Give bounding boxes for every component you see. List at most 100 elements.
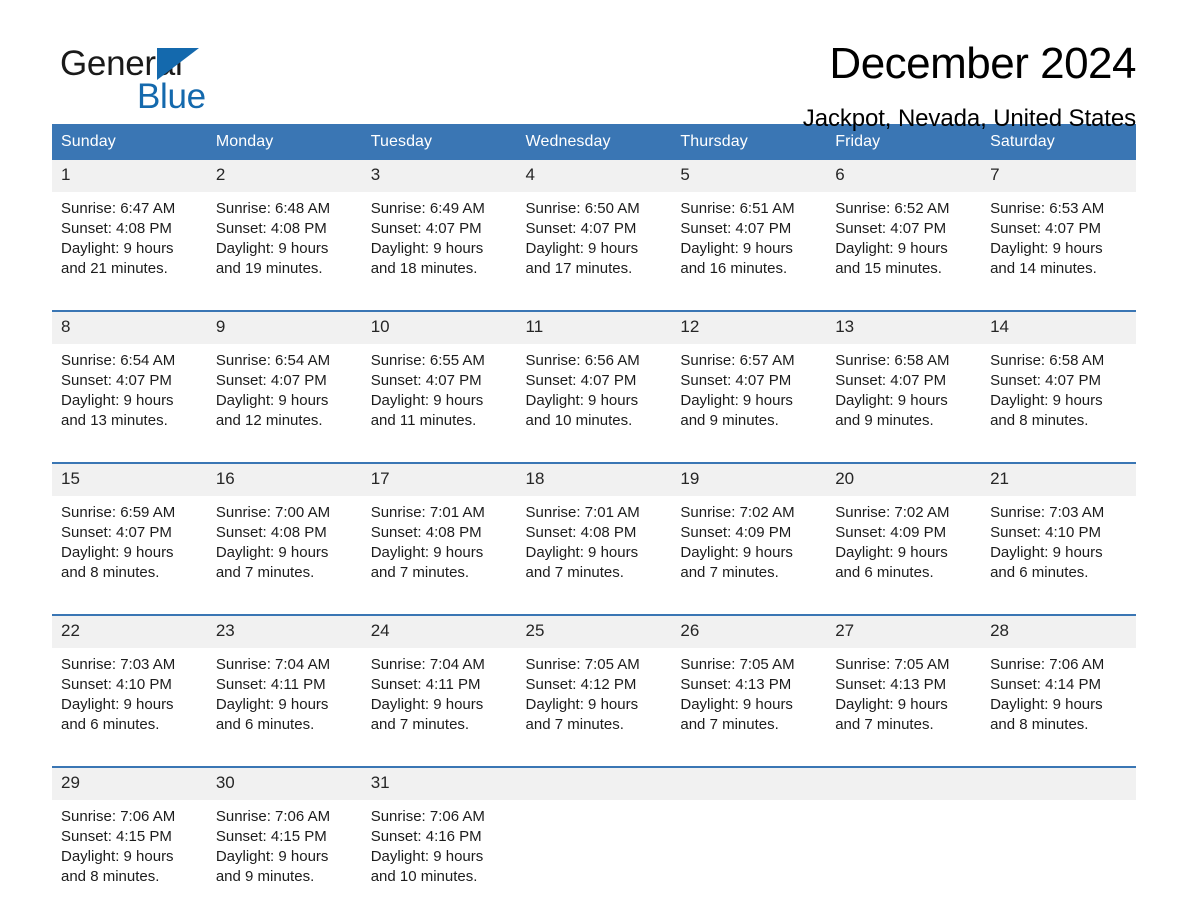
day-cell[interactable]: Sunrise: 7:04 AM Sunset: 4:11 PM Dayligh… <box>206 648 362 753</box>
day-number[interactable]: 28 <box>981 616 1136 648</box>
daylight-text-line2: and 14 minutes. <box>990 260 1097 277</box>
triangle-icon <box>157 48 199 80</box>
week-4-detail-row: Sunrise: 7:03 AM Sunset: 4:10 PM Dayligh… <box>52 648 1136 753</box>
day-number[interactable]: 19 <box>671 464 827 496</box>
sunset-text: Sunset: 4:07 PM <box>370 220 482 237</box>
daylight-text-line1: Daylight: 9 hours <box>215 848 329 865</box>
sunset-text: Sunset: 4:09 PM <box>680 524 792 541</box>
day-cell[interactable]: Sunrise: 6:50 AM Sunset: 4:07 PM Dayligh… <box>516 192 672 297</box>
day-number[interactable]: 2 <box>206 160 362 192</box>
day-number[interactable]: 30 <box>206 768 362 800</box>
daylight-text-line2: and 7 minutes. <box>680 716 779 733</box>
daylight-text-line2: and 16 minutes. <box>680 260 788 277</box>
sunrise-text: Sunrise: 7:06 AM <box>990 656 1105 673</box>
day-cell[interactable]: Sunrise: 7:01 AM Sunset: 4:08 PM Dayligh… <box>516 496 672 601</box>
sunrise-text: Sunrise: 6:52 AM <box>835 200 950 217</box>
day-cell[interactable]: Sunrise: 6:49 AM Sunset: 4:07 PM Dayligh… <box>361 192 517 297</box>
day-cell[interactable]: Sunrise: 7:02 AM Sunset: 4:09 PM Dayligh… <box>671 496 827 601</box>
week-spacer <box>52 449 1136 462</box>
day-number[interactable]: 15 <box>52 464 207 496</box>
daylight-text-line1: Daylight: 9 hours <box>525 392 639 409</box>
sunset-text: Sunset: 4:08 PM <box>215 220 327 237</box>
day-cell[interactable]: Sunrise: 7:06 AM Sunset: 4:15 PM Dayligh… <box>206 800 362 905</box>
day-number[interactable]: 27 <box>826 616 982 648</box>
day-number[interactable]: 10 <box>361 312 517 344</box>
day-number[interactable]: 17 <box>361 464 517 496</box>
day-cell[interactable]: Sunrise: 6:52 AM Sunset: 4:07 PM Dayligh… <box>826 192 982 297</box>
day-number[interactable]: 23 <box>206 616 362 648</box>
day-cell[interactable]: Sunrise: 6:53 AM Sunset: 4:07 PM Dayligh… <box>981 192 1136 297</box>
week-3-number-row: 15 16 17 18 19 20 21 <box>52 464 1136 496</box>
day-number[interactable]: 9 <box>206 312 362 344</box>
daylight-text-line2: and 7 minutes. <box>215 564 315 581</box>
day-number[interactable]: 11 <box>516 312 672 344</box>
day-cell-empty <box>516 800 672 905</box>
day-cell[interactable]: Sunrise: 6:55 AM Sunset: 4:07 PM Dayligh… <box>361 344 517 449</box>
day-number[interactable]: 26 <box>671 616 827 648</box>
day-cell[interactable]: Sunrise: 7:05 AM Sunset: 4:13 PM Dayligh… <box>826 648 982 753</box>
day-cell[interactable]: Sunrise: 7:00 AM Sunset: 4:08 PM Dayligh… <box>206 496 362 601</box>
day-cell[interactable]: Sunrise: 6:58 AM Sunset: 4:07 PM Dayligh… <box>826 344 982 449</box>
day-number[interactable]: 25 <box>516 616 672 648</box>
daylight-text-line2: and 17 minutes. <box>525 260 633 277</box>
day-number[interactable]: 5 <box>671 160 827 192</box>
day-cell[interactable]: Sunrise: 6:57 AM Sunset: 4:07 PM Dayligh… <box>671 344 827 449</box>
day-number[interactable]: 12 <box>671 312 827 344</box>
sunrise-text: Sunrise: 7:03 AM <box>990 504 1105 521</box>
day-cell[interactable]: Sunrise: 6:54 AM Sunset: 4:07 PM Dayligh… <box>206 344 362 449</box>
day-cell[interactable]: Sunrise: 7:06 AM Sunset: 4:15 PM Dayligh… <box>52 800 207 905</box>
day-number[interactable]: 22 <box>52 616 207 648</box>
day-number[interactable]: 7 <box>981 160 1136 192</box>
day-cell[interactable]: Sunrise: 6:47 AM Sunset: 4:08 PM Dayligh… <box>52 192 207 297</box>
sunrise-text: Sunrise: 7:06 AM <box>61 808 176 825</box>
day-number[interactable]: 31 <box>361 768 517 800</box>
sunset-text: Sunset: 4:07 PM <box>61 524 172 541</box>
day-number[interactable]: 4 <box>516 160 672 192</box>
day-cell[interactable]: Sunrise: 7:05 AM Sunset: 4:13 PM Dayligh… <box>671 648 827 753</box>
daylight-text-line2: and 21 minutes. <box>61 260 168 277</box>
day-cell[interactable]: Sunrise: 7:01 AM Sunset: 4:08 PM Dayligh… <box>361 496 517 601</box>
daylight-text-line1: Daylight: 9 hours <box>835 696 948 713</box>
day-cell[interactable]: Sunrise: 7:02 AM Sunset: 4:09 PM Dayligh… <box>826 496 982 601</box>
day-number[interactable]: 29 <box>52 768 207 800</box>
daylight-text-line1: Daylight: 9 hours <box>835 392 948 409</box>
day-cell[interactable]: Sunrise: 7:03 AM Sunset: 4:10 PM Dayligh… <box>981 496 1136 601</box>
sunrise-text: Sunrise: 6:58 AM <box>990 352 1105 369</box>
sunrise-text: Sunrise: 7:06 AM <box>370 808 485 825</box>
day-number[interactable]: 14 <box>981 312 1136 344</box>
day-cell[interactable]: Sunrise: 7:03 AM Sunset: 4:10 PM Dayligh… <box>52 648 207 753</box>
daylight-text-line1: Daylight: 9 hours <box>680 240 793 257</box>
calendar-page: General Blue December 2024 Jackpot, Neva… <box>0 0 1188 918</box>
daylight-text-line2: and 9 minutes. <box>215 868 315 885</box>
day-number[interactable]: 16 <box>206 464 362 496</box>
day-cell[interactable]: Sunrise: 6:51 AM Sunset: 4:07 PM Dayligh… <box>671 192 827 297</box>
day-cell[interactable]: Sunrise: 7:04 AM Sunset: 4:11 PM Dayligh… <box>361 648 517 753</box>
sunrise-text: Sunrise: 6:53 AM <box>990 200 1105 217</box>
day-number[interactable]: 6 <box>826 160 982 192</box>
day-cell[interactable]: Sunrise: 7:05 AM Sunset: 4:12 PM Dayligh… <box>516 648 672 753</box>
day-cell[interactable]: Sunrise: 6:48 AM Sunset: 4:08 PM Dayligh… <box>206 192 362 297</box>
day-number[interactable]: 24 <box>361 616 517 648</box>
daylight-text-line1: Daylight: 9 hours <box>215 696 329 713</box>
day-number[interactable]: 13 <box>826 312 982 344</box>
day-number[interactable]: 8 <box>52 312 207 344</box>
sunrise-text: Sunrise: 7:05 AM <box>835 656 950 673</box>
day-cell[interactable]: Sunrise: 7:06 AM Sunset: 4:14 PM Dayligh… <box>981 648 1136 753</box>
day-cell[interactable]: Sunrise: 6:54 AM Sunset: 4:07 PM Dayligh… <box>52 344 207 449</box>
daylight-text-line2: and 8 minutes. <box>61 868 160 885</box>
day-number[interactable]: 21 <box>981 464 1136 496</box>
sunset-text: Sunset: 4:07 PM <box>990 372 1101 389</box>
week-spacer <box>52 601 1136 614</box>
day-number[interactable]: 3 <box>361 160 517 192</box>
day-cell[interactable]: Sunrise: 7:06 AM Sunset: 4:16 PM Dayligh… <box>361 800 517 905</box>
day-cell[interactable]: Sunrise: 6:56 AM Sunset: 4:07 PM Dayligh… <box>516 344 672 449</box>
day-number[interactable]: 20 <box>826 464 982 496</box>
sunset-text: Sunset: 4:07 PM <box>61 372 172 389</box>
day-number[interactable]: 1 <box>52 160 207 192</box>
sunrise-text: Sunrise: 7:05 AM <box>525 656 640 673</box>
general-blue-logo[interactable]: General Blue <box>60 46 360 118</box>
day-cell[interactable]: Sunrise: 6:58 AM Sunset: 4:07 PM Dayligh… <box>981 344 1136 449</box>
day-number[interactable]: 18 <box>516 464 672 496</box>
day-cell[interactable]: Sunrise: 6:59 AM Sunset: 4:07 PM Dayligh… <box>52 496 207 601</box>
daylight-text-line2: and 7 minutes. <box>370 716 470 733</box>
